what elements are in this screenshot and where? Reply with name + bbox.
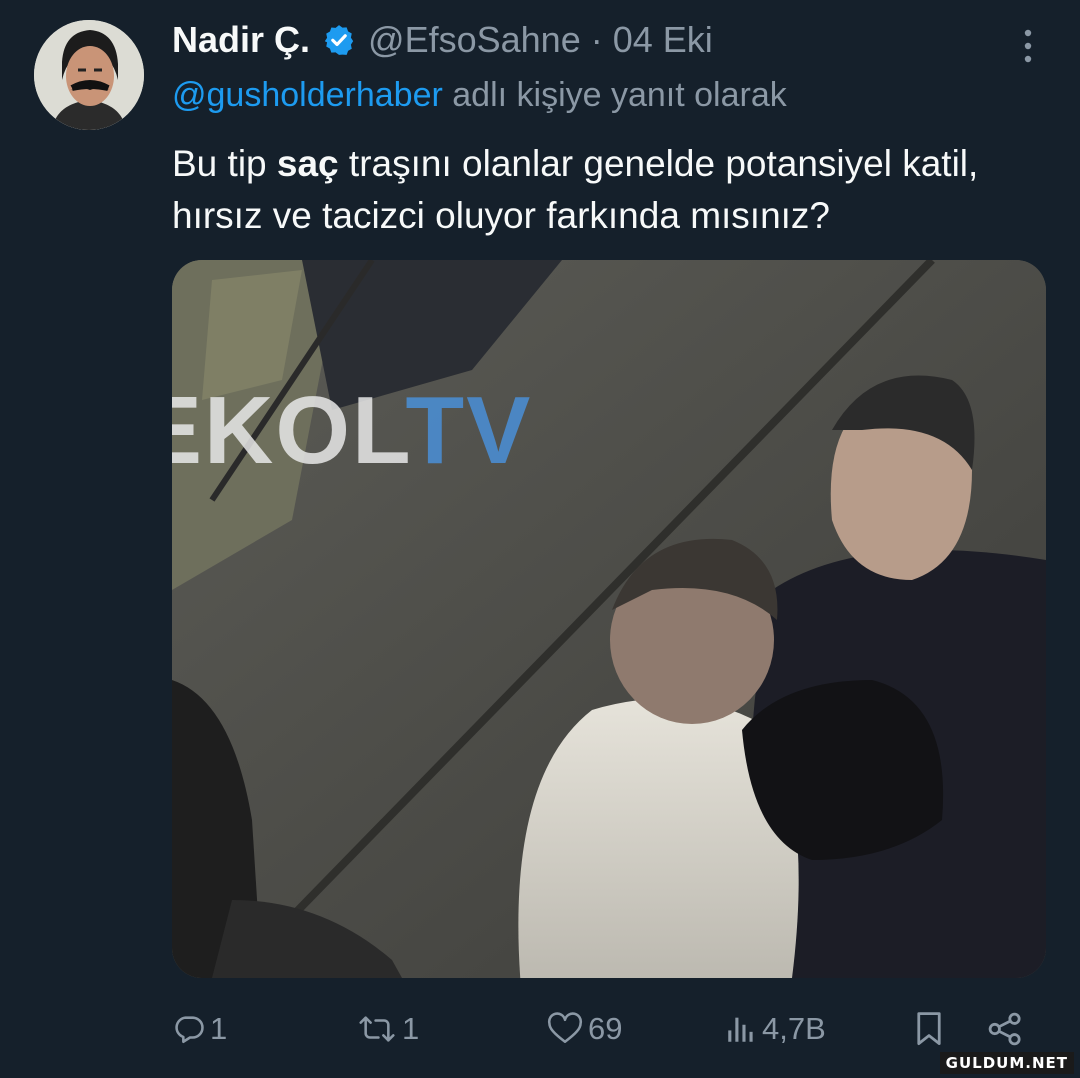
- separator-dot: ·: [590, 19, 603, 60]
- tweet-text-part1: Bu tip: [172, 143, 277, 184]
- reply-button[interactable]: 1: [172, 1004, 227, 1054]
- author-handle[interactable]: @EfsoSahne: [368, 19, 581, 61]
- like-count: 69: [588, 1011, 623, 1046]
- reply-to-handle[interactable]: @gusholderhaber: [172, 76, 443, 114]
- heart-icon: [547, 1012, 583, 1044]
- more-options-icon[interactable]: [1016, 26, 1040, 66]
- reply-count: 1: [210, 1011, 228, 1046]
- avatar-image: [34, 20, 144, 130]
- bookmark-button[interactable]: [912, 1004, 946, 1054]
- avatar[interactable]: [34, 20, 144, 130]
- reply-icon: [175, 1016, 204, 1044]
- tweet-text-bold: saç: [276, 143, 339, 184]
- retweet-count: 1: [402, 1011, 420, 1046]
- watermark-part2: TV: [405, 377, 533, 484]
- share-button[interactable]: [986, 1004, 1024, 1054]
- share-icon: [988, 1012, 1021, 1046]
- tweet-header: Nadir Ç. @EfsoSahne · 04 Eki: [172, 14, 713, 66]
- retweet-button[interactable]: 1: [356, 1004, 419, 1054]
- views-button[interactable]: 4,7B: [724, 1004, 826, 1054]
- bookmark-icon: [917, 1012, 941, 1046]
- tweet-text: Bu tip saç traşını olanlar genelde potan…: [172, 138, 1042, 242]
- tweet-date[interactable]: 04 Eki: [613, 19, 713, 61]
- tweet-media[interactable]: EKOLTV: [172, 260, 1046, 978]
- site-watermark: GULDUM.NET: [939, 1052, 1074, 1074]
- tweet[interactable]: Nadir Ç. @EfsoSahne · 04 Eki @gusholderh…: [0, 0, 1080, 1078]
- like-button[interactable]: 69: [546, 1004, 622, 1054]
- view-count: 4,7B: [762, 1011, 826, 1046]
- media-image: [172, 260, 1046, 978]
- reply-context: @gusholderhaber adlı kişiye yanıt olarak: [172, 76, 787, 115]
- views-chart-icon: [728, 1017, 753, 1042]
- verified-badge-icon: [322, 23, 356, 57]
- watermark-part1: EKOL: [172, 377, 406, 484]
- reply-context-suffix: adlı kişiye yanıt olarak: [442, 76, 787, 114]
- display-name[interactable]: Nadir Ç.: [172, 19, 310, 61]
- action-bar: 1 1 69 4,7B: [172, 1004, 1032, 1054]
- media-watermark: EKOLTV: [172, 376, 532, 486]
- retweet-icon: [359, 1016, 395, 1042]
